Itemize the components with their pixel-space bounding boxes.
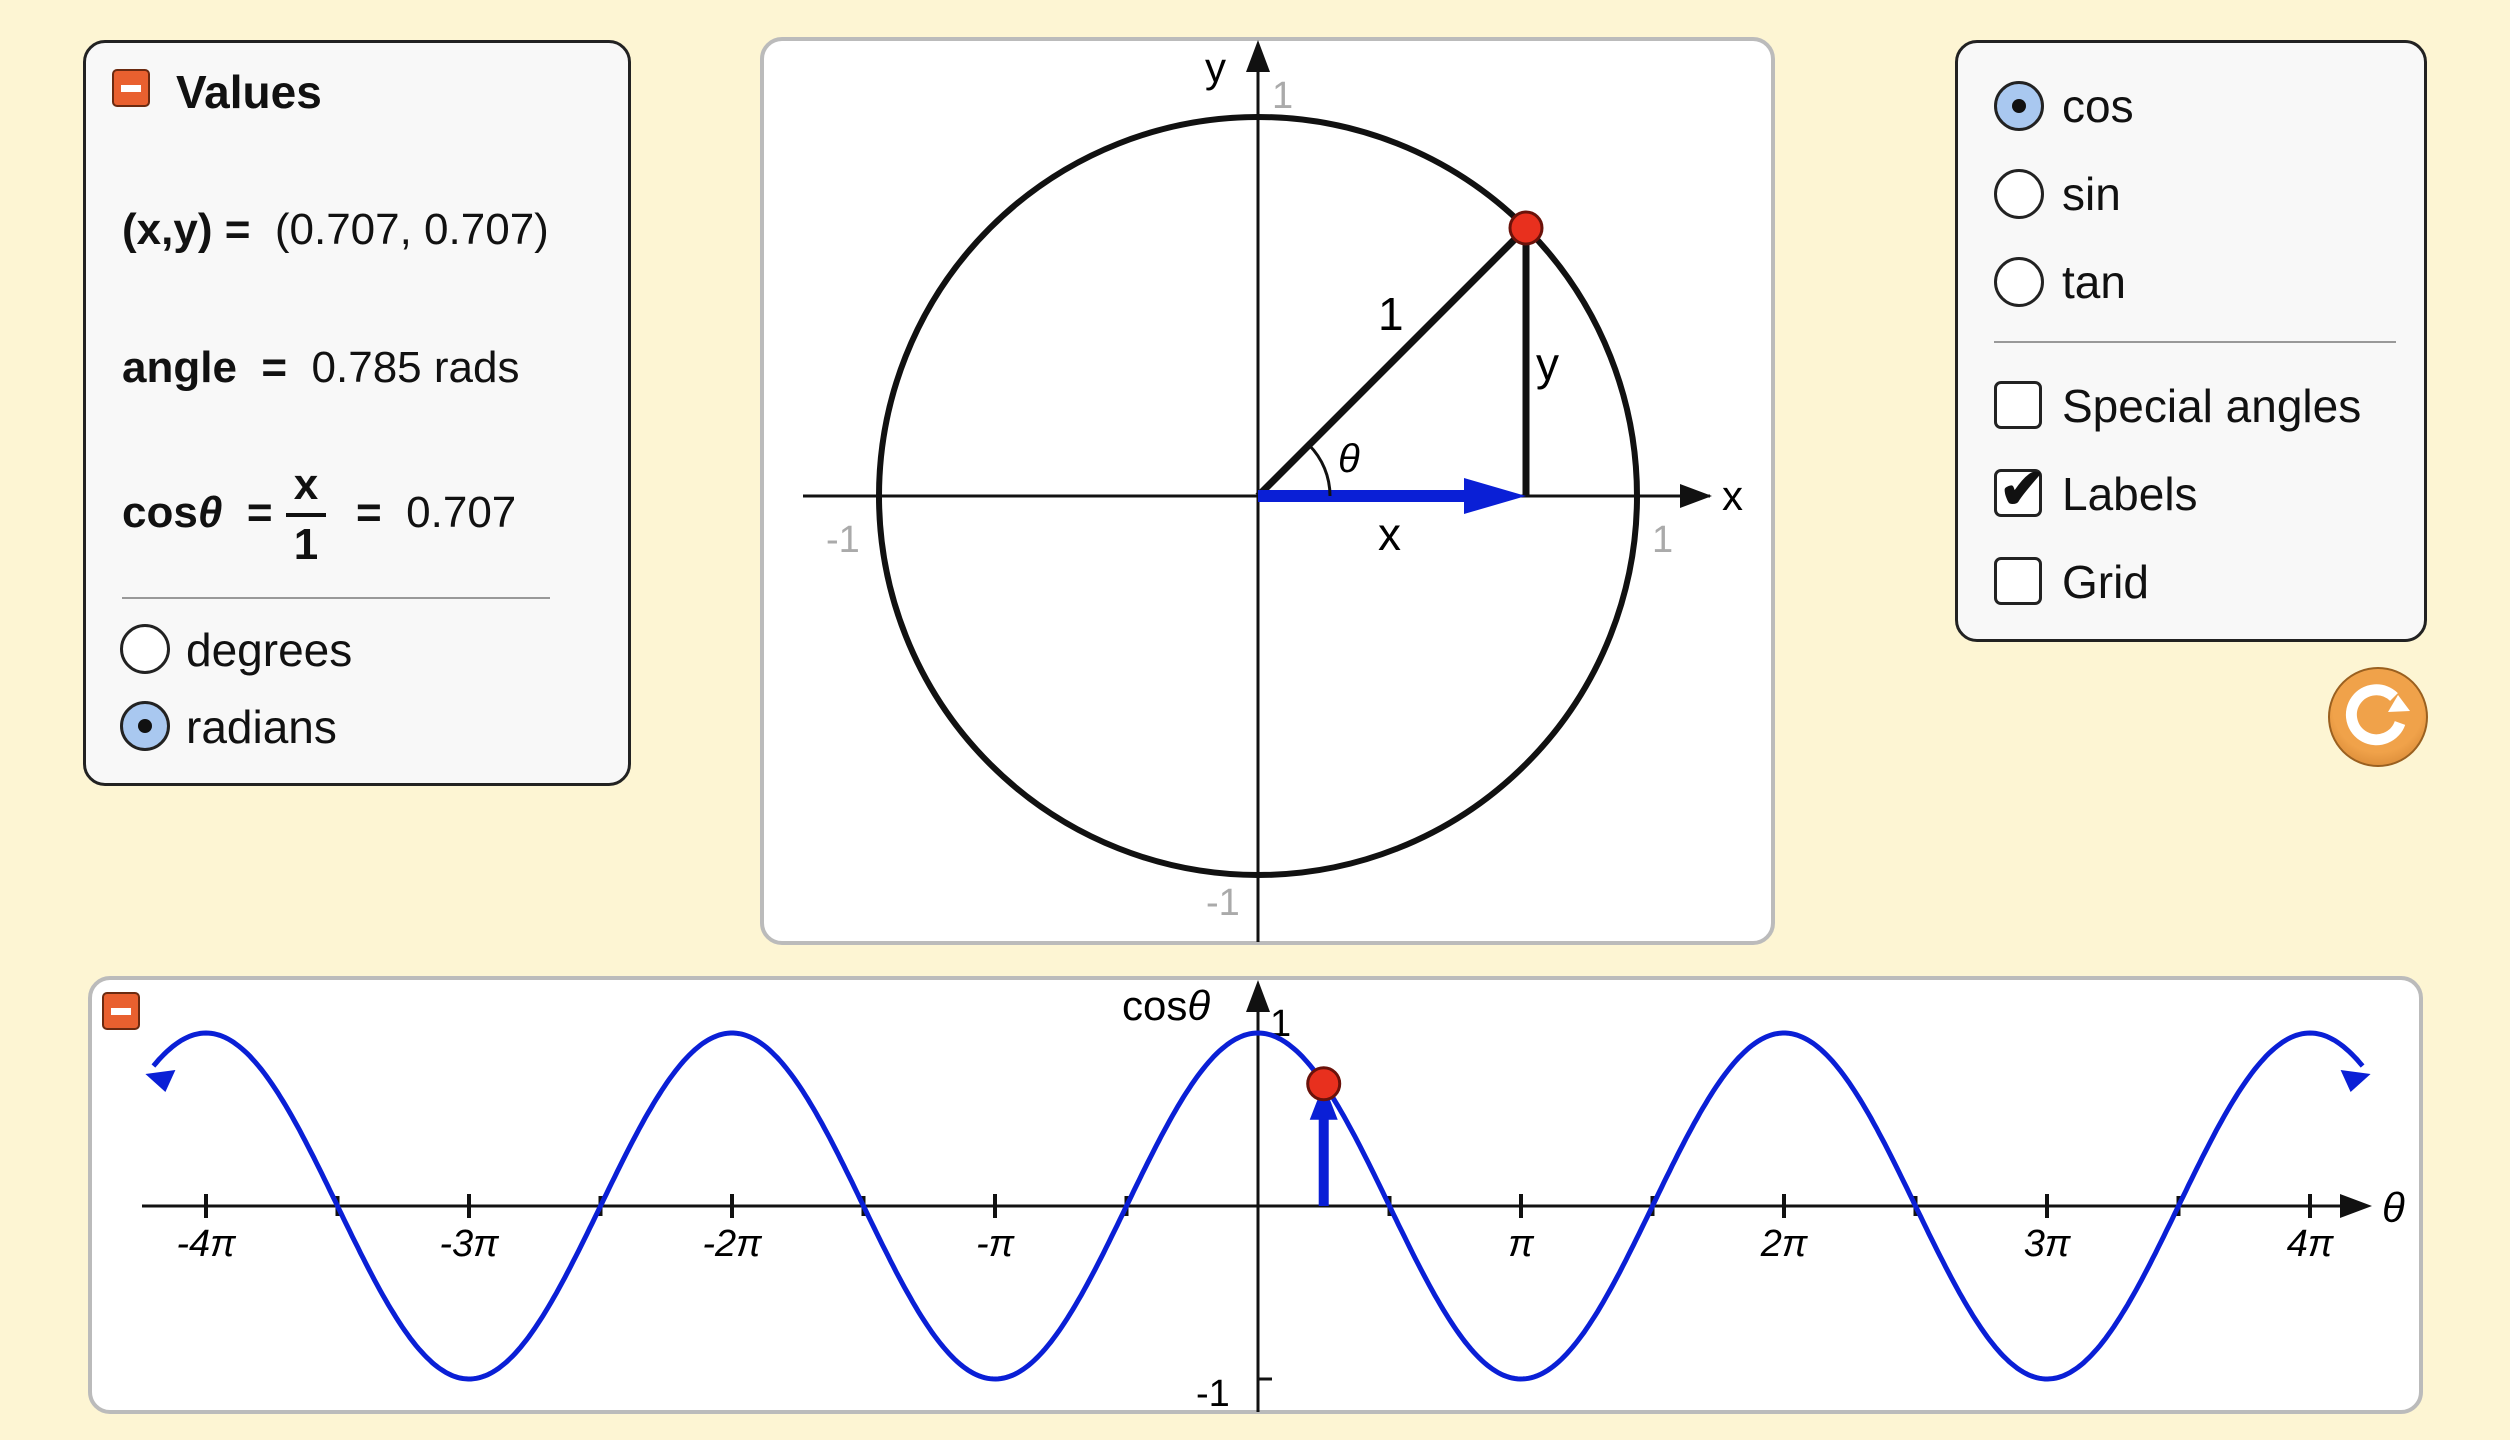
x-tick-label: π <box>1508 1223 1535 1265</box>
theta-axis-arrow-icon <box>2340 1194 2372 1218</box>
x-tick-label: 3π <box>2024 1223 2072 1265</box>
x-tick-label: 2π <box>1760 1223 1809 1265</box>
x-tick-label: 4π <box>2287 1223 2335 1265</box>
value-axis-label-theta: θ <box>1187 982 1210 1029</box>
curve-right-arrow-icon <box>2340 1070 2371 1093</box>
value-axis-label-cos: cos <box>1122 982 1187 1029</box>
x-tick-label: -4π <box>176 1223 237 1265</box>
curve-left-arrow-icon <box>145 1070 176 1093</box>
theta-axis-label: θ <box>2382 1184 2405 1231</box>
x-tick-label: -2π <box>702 1223 763 1265</box>
x-tick-label: -π <box>976 1223 1016 1265</box>
current-point-handle[interactable] <box>1306 1066 1342 1102</box>
value-axis-label: cosθ <box>1122 982 1210 1029</box>
cos-graph[interactable]: θ cosθ 1 -1 -4π -3π -2π -π π 2π 3π 4π <box>0 0 2510 1440</box>
y-tick-neg1: -1 <box>1196 1373 1230 1415</box>
value-axis-arrow-icon <box>1246 980 1270 1012</box>
x-tick-label: -3π <box>439 1223 500 1265</box>
